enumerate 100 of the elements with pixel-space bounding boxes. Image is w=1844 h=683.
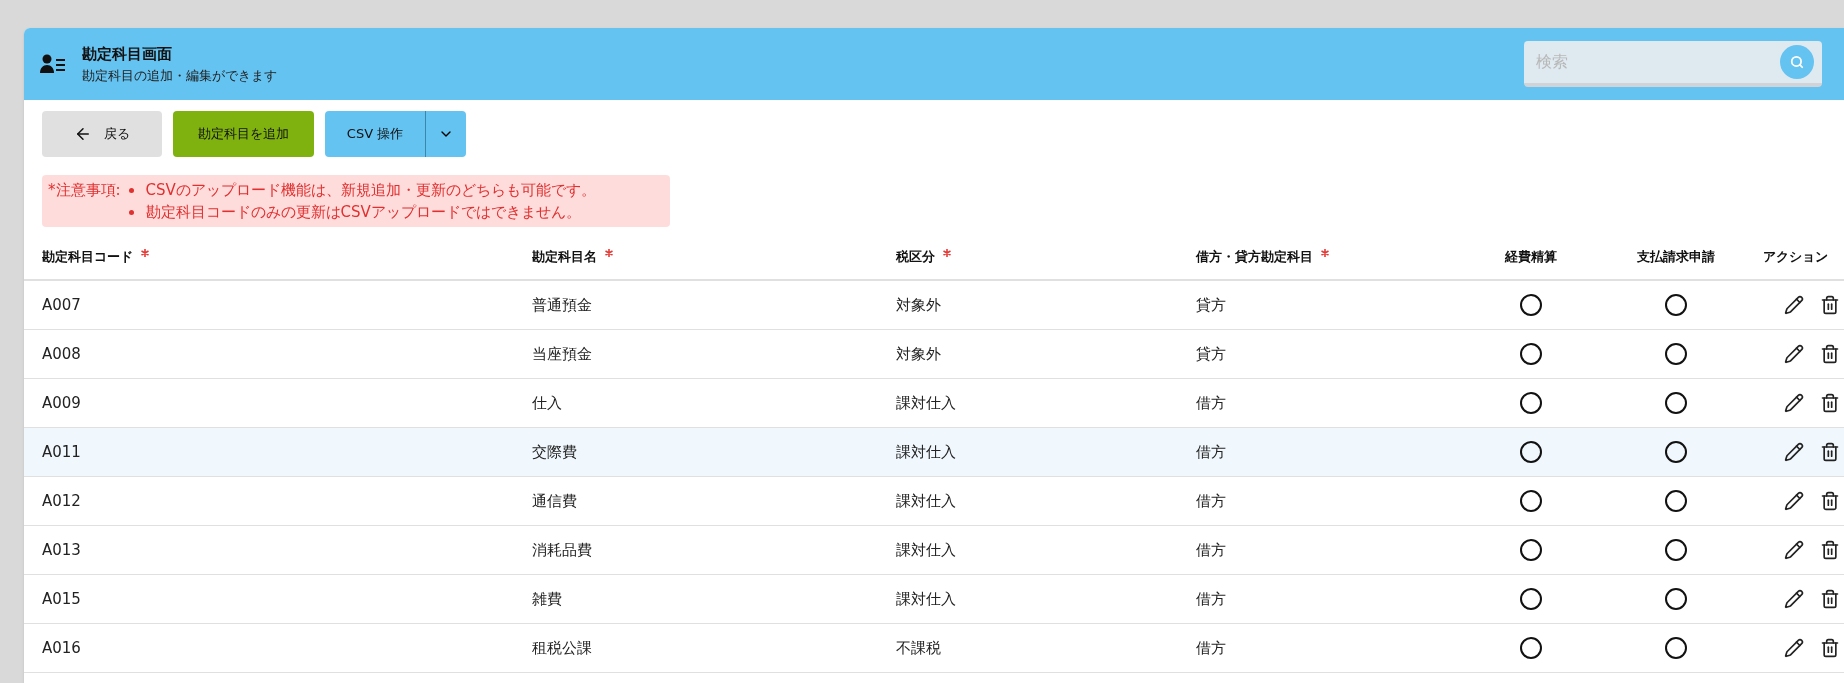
circle-icon	[1664, 293, 1688, 317]
page-subtitle: 勘定科目の追加・編集ができます	[82, 66, 277, 85]
table-cell-text: 借方	[1196, 637, 1226, 659]
trash-icon	[1820, 442, 1840, 462]
column-header: 勘定科目名	[532, 247, 896, 267]
table-cell-text: 消耗品費	[532, 539, 592, 561]
table-row[interactable]: A012 通信費 課対仕入 借方	[24, 477, 1844, 526]
table-cell-text: 租税公課	[532, 637, 592, 659]
circle-icon	[1664, 538, 1688, 562]
table-cell-text: A009	[42, 392, 81, 414]
notice-text: 勘定科目コードのみの更新はCSVアップロードではできません。	[145, 202, 581, 223]
edit-button[interactable]	[1784, 344, 1804, 364]
search-icon	[1790, 55, 1804, 69]
trash-icon	[1820, 295, 1840, 315]
add-account-button[interactable]: 勘定科目を追加	[173, 111, 314, 157]
table-cell-text: A016	[42, 637, 81, 659]
delete-button[interactable]	[1820, 442, 1840, 462]
circle-icon	[1519, 587, 1543, 611]
table-cell-text: A012	[42, 490, 81, 512]
circle-icon	[1519, 489, 1543, 513]
delete-button[interactable]	[1820, 589, 1840, 609]
circle-icon	[1519, 293, 1543, 317]
table-cell-text: 借方	[1196, 441, 1226, 463]
notice-label: *注意事項:	[48, 180, 121, 201]
circle-icon	[1519, 538, 1543, 562]
circle-icon	[1664, 342, 1688, 366]
edit-button[interactable]	[1784, 638, 1804, 658]
delete-button[interactable]	[1820, 344, 1840, 364]
table-cell-text: 借方	[1196, 490, 1226, 512]
pencil-icon	[1784, 540, 1804, 560]
edit-button[interactable]	[1784, 295, 1804, 315]
circle-icon	[1664, 636, 1688, 660]
table-row[interactable]: A009 仕入 課対仕入 借方	[24, 379, 1844, 428]
table-row[interactable]: A008 当座預金 対象外 貸方	[24, 330, 1844, 379]
edit-button[interactable]	[1784, 491, 1804, 511]
table-cell-text: 課対仕入	[896, 588, 956, 610]
edit-button[interactable]	[1784, 540, 1804, 560]
delete-button[interactable]	[1820, 638, 1840, 658]
table-cell-text: 課対仕入	[896, 539, 956, 561]
circle-icon	[1519, 440, 1543, 464]
table-row[interactable]: A007 普通預金 対象外 貸方	[24, 281, 1844, 330]
trash-icon	[1820, 540, 1840, 560]
trash-icon	[1820, 589, 1840, 609]
delete-button[interactable]	[1820, 491, 1840, 511]
circle-icon	[1519, 342, 1543, 366]
search-field[interactable]: 検索	[1536, 50, 1780, 74]
table-cell-text: A008	[42, 343, 81, 365]
column-header: 借方・貸方勘定科目	[1196, 247, 1456, 267]
table-cell-text: 課対仕入	[896, 490, 956, 512]
delete-button[interactable]	[1820, 393, 1840, 413]
table-cell-text: 雑費	[532, 588, 562, 610]
table-cell-text: A015	[42, 588, 81, 610]
table-row[interactable]: A011 交際費 課対仕入 借方	[24, 428, 1844, 477]
bullet-icon	[128, 209, 134, 215]
table-cell-text: A013	[42, 539, 81, 561]
circle-icon	[1664, 489, 1688, 513]
csv-button[interactable]: CSV 操作	[325, 111, 426, 157]
table-row[interactable]: A016 租税公課 不課税 借方	[24, 624, 1844, 673]
page-title: 勘定科目画面	[82, 44, 173, 65]
table-row[interactable]: A015 雑費 課対仕入 借方	[24, 575, 1844, 624]
trash-icon	[1820, 638, 1840, 658]
delete-button[interactable]	[1820, 540, 1840, 560]
edit-button[interactable]	[1784, 442, 1804, 462]
table-cell-text: 対象外	[896, 294, 941, 316]
column-header: 税区分	[896, 247, 1196, 267]
trash-icon	[1820, 344, 1840, 364]
table-cell-text: 当座預金	[532, 343, 592, 365]
trash-icon	[1820, 393, 1840, 413]
table-cell-text: A011	[42, 441, 81, 463]
edit-button[interactable]	[1784, 393, 1804, 413]
column-header: 勘定科目コード	[42, 247, 532, 267]
notice-text: CSVのアップロード機能は、新規追加・更新のどちらも可能です。	[145, 180, 596, 201]
table-cell-text: 対象外	[896, 343, 941, 365]
table-cell-text: 通信費	[532, 490, 577, 512]
circle-icon	[1664, 391, 1688, 415]
table-cell-text: 借方	[1196, 539, 1226, 561]
table-cell-text: 仕入	[532, 392, 562, 414]
circle-icon	[1664, 587, 1688, 611]
table-cell-text: 交際費	[532, 441, 577, 463]
column-header: 支払請求申請	[1636, 248, 1716, 267]
edit-button[interactable]	[1784, 589, 1804, 609]
table-cell-text: 貸方	[1196, 343, 1226, 365]
table-cell-text: 貸方	[1196, 294, 1226, 316]
pencil-icon	[1784, 344, 1804, 364]
pencil-icon	[1784, 442, 1804, 462]
table-cell-text: 借方	[1196, 392, 1226, 414]
table-cell-text: 不課税	[896, 637, 941, 659]
table-cell-text: 普通預金	[532, 294, 592, 316]
back-button[interactable]: 戻る	[42, 111, 162, 157]
delete-button[interactable]	[1820, 295, 1840, 315]
table-cell-text: 課対仕入	[896, 392, 956, 414]
search-bar[interactable]: 検索	[1524, 41, 1822, 87]
pencil-icon	[1784, 589, 1804, 609]
pencil-icon	[1784, 393, 1804, 413]
circle-icon	[1664, 440, 1688, 464]
table-row[interactable]: A013 消耗品費 課対仕入 借方	[24, 526, 1844, 575]
pencil-icon	[1784, 491, 1804, 511]
bullet-icon	[128, 187, 134, 193]
column-header: アクション	[1761, 248, 1829, 267]
table-cell-text: 借方	[1196, 588, 1226, 610]
